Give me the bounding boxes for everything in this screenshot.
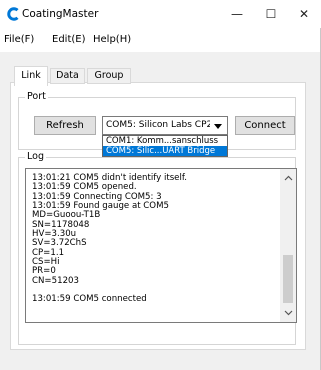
tab-group[interactable]: Group [87, 68, 131, 84]
port-option-selected[interactable]: COM5: Silic...UART Bridge [103, 146, 227, 156]
port-select-value: COM5: Silicon Labs CP210x [106, 120, 210, 130]
log-scrollbar[interactable] [280, 169, 296, 322]
window-title: CoatingMaster [22, 8, 99, 20]
log-group-label: Log [25, 151, 46, 162]
log-lines: 13:01:21 COM5 didn't identify itself. 13… [32, 173, 278, 305]
log-textbox[interactable]: 13:01:21 COM5 didn't identify itself. 13… [25, 168, 297, 323]
title-bar[interactable]: CoatingMaster — ☐ ✕ [0, 0, 321, 28]
maximize-button[interactable]: ☐ [254, 0, 288, 28]
refresh-button[interactable]: Refresh [34, 116, 96, 135]
log-line: CS=Hi [32, 257, 60, 268]
port-option[interactable]: COM1: Komm...sanschluss [103, 136, 227, 146]
tab-data[interactable]: Data [50, 68, 85, 84]
log-line: CN=51203 [32, 275, 79, 286]
triangle-down-icon [214, 124, 222, 129]
connect-button[interactable]: Connect [235, 116, 295, 135]
log-line: SV=3.72ChS [32, 238, 87, 249]
port-select[interactable]: COM5: Silicon Labs CP210x [102, 116, 228, 135]
menu-bar: File(F) Edit(E) Help(H) [0, 28, 321, 50]
chevron-down-icon[interactable] [280, 306, 296, 320]
chevron-up-icon[interactable] [280, 171, 296, 185]
c-logo-icon [7, 7, 19, 21]
log-line: 13:01:59 COM5 connected [32, 294, 147, 305]
log-line: CP=1.1 [32, 247, 65, 258]
app-window: CoatingMaster — ☐ ✕ File(F) Edit(E) Help… [0, 0, 321, 370]
close-button[interactable]: ✕ [287, 0, 321, 28]
scrollbar-thumb[interactable] [283, 255, 293, 303]
menu-file[interactable]: File(F) [4, 34, 34, 45]
port-group-label: Port [25, 91, 48, 102]
minimize-button[interactable]: — [220, 0, 254, 28]
port-dropdown-list: COM1: Komm...sanschluss COM5: Silic...UA… [102, 135, 228, 157]
menu-help[interactable]: Help(H) [93, 34, 131, 45]
tab-link[interactable]: Link [14, 66, 48, 86]
menu-edit[interactable]: Edit(E) [52, 34, 86, 45]
